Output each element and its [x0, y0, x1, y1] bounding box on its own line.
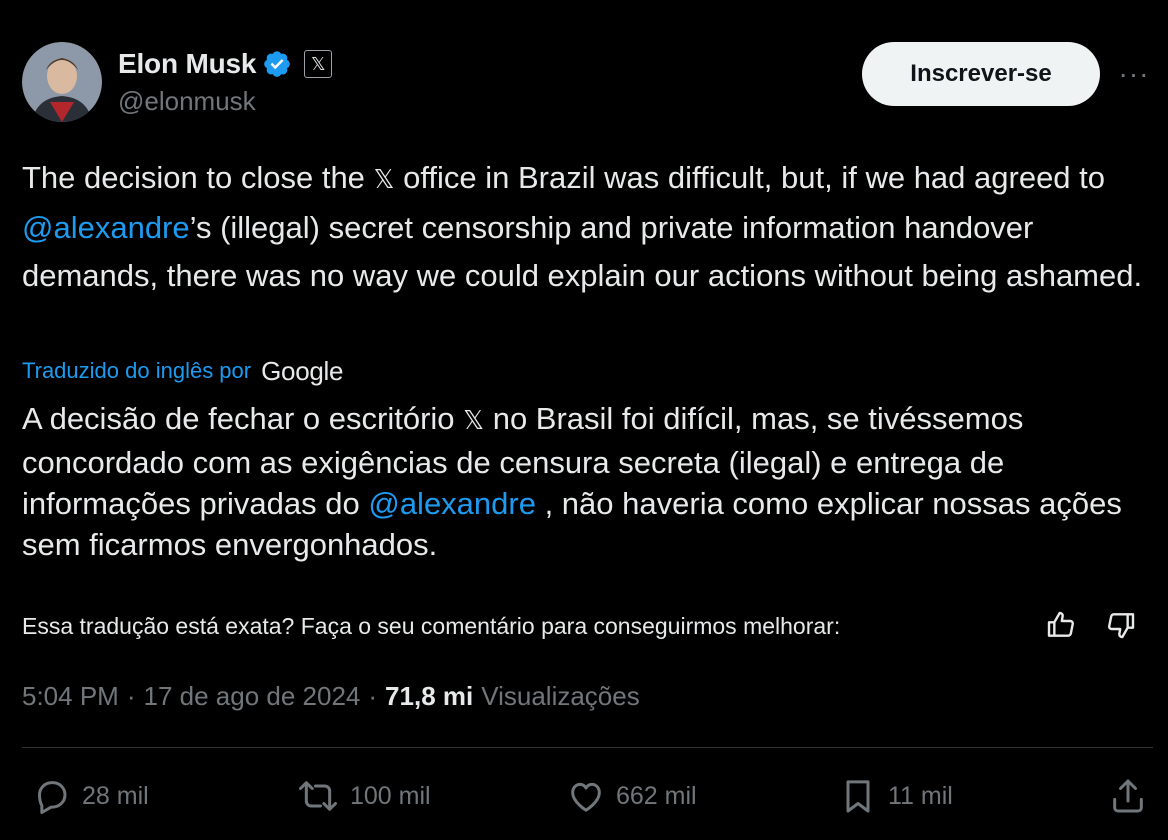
mention-link[interactable]: @alexandre	[368, 486, 536, 521]
x-logo-icon: 𝕏	[463, 406, 485, 436]
reply-button[interactable]: 28 mil	[32, 772, 149, 820]
x-logo-icon: 𝕏	[373, 165, 395, 195]
reply-icon	[32, 776, 72, 816]
more-dots-icon[interactable]: ···	[1116, 58, 1152, 89]
avatar[interactable]	[22, 42, 102, 122]
views-label: Visualizações	[481, 680, 640, 711]
bookmark-count: 11 mil	[888, 781, 953, 810]
verified-badge-icon[interactable]	[262, 49, 292, 79]
repost-icon	[296, 776, 340, 816]
name-row: Elon Musk 𝕏	[118, 46, 333, 82]
thumbs-down-icon[interactable]	[1104, 608, 1138, 642]
repost-count: 100 mil	[350, 781, 431, 810]
tweet-text-part: ’s (illegal) secret censorship and priva…	[22, 210, 1143, 293]
google-logo: Google	[261, 355, 344, 386]
thumbs-up-icon[interactable]	[1044, 608, 1078, 642]
like-button[interactable]: 662 mil	[566, 772, 697, 820]
repost-button[interactable]: 100 mil	[296, 772, 431, 820]
mention-link[interactable]: @alexandre	[22, 210, 190, 245]
translated-by-label[interactable]: Traduzido do inglês por	[22, 358, 251, 384]
action-bar: 28 mil 100 mil 662 mil 11 mil	[22, 772, 1152, 820]
reply-count: 28 mil	[82, 781, 149, 810]
meta-separator: ·	[368, 680, 378, 711]
translation-attribution: Traduzido do inglês por Google	[22, 352, 343, 390]
translation-feedback: Essa tradução está exata? Faça o seu com…	[22, 606, 1142, 646]
tweet-text: The decision to close the 𝕏 office in Br…	[22, 154, 1152, 300]
feedback-prompt: Essa tradução está exata? Faça o seu com…	[22, 612, 841, 639]
tweet-time[interactable]: 5:04 PM	[22, 681, 119, 712]
divider	[22, 747, 1153, 748]
views-count: 71,8 mi	[385, 680, 474, 711]
author-handle[interactable]: @elonmusk	[118, 86, 332, 117]
display-name[interactable]: Elon Musk	[118, 48, 256, 80]
heart-icon	[566, 776, 606, 816]
bookmark-icon	[838, 776, 878, 816]
subscribe-button[interactable]: Inscrever-se	[862, 42, 1100, 106]
tweet-meta: 5:04 PM · 17 de ago de 2024 · 71,8 mi Vi…	[22, 676, 640, 716]
x-logo-icon[interactable]: 𝕏	[304, 50, 333, 78]
share-icon	[1108, 776, 1148, 816]
tweet-header: Elon Musk 𝕏 @elonmusk Inscrever-se ···	[22, 42, 1152, 124]
tweet-text-part: office in Brazil was difficult, but, if …	[394, 160, 1106, 195]
author-block: Elon Musk 𝕏 @elonmusk	[118, 46, 333, 117]
tweet-date[interactable]: 17 de ago de 2024	[144, 681, 361, 712]
bookmark-button[interactable]: 11 mil	[838, 772, 953, 820]
share-button[interactable]	[1108, 772, 1148, 820]
translated-text: A decisão de fechar o escritório 𝕏 no Br…	[22, 398, 1152, 565]
translated-text-part: A decisão de fechar o escritório	[22, 401, 464, 436]
tweet-text-part: The decision to close the	[22, 160, 374, 195]
like-count: 662 mil	[616, 781, 697, 810]
meta-separator: ·	[126, 680, 136, 711]
